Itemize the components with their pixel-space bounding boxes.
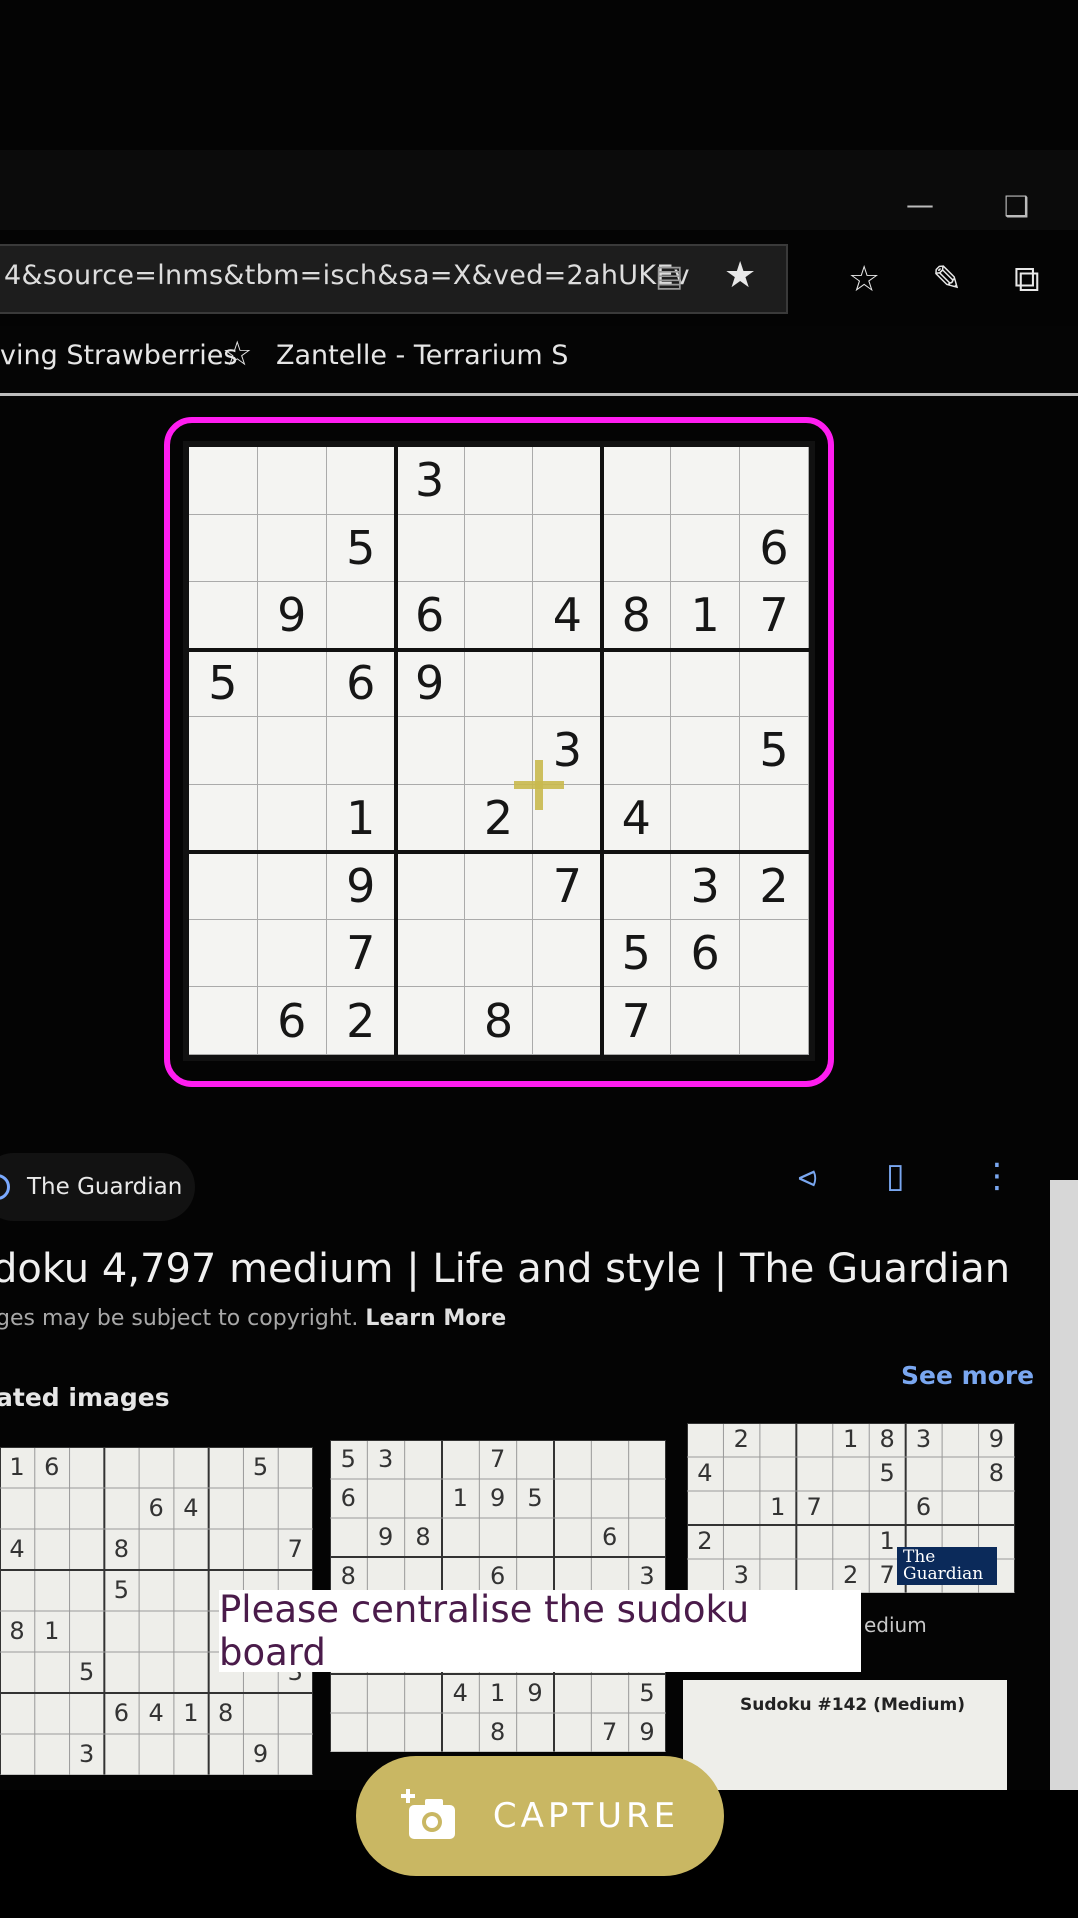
- thumb-digit: 9: [988, 1425, 1005, 1453]
- thumb-digit: 1: [879, 1527, 895, 1555]
- add-photo-icon: [400, 1789, 455, 1839]
- thumb-digit: 1: [490, 1678, 506, 1707]
- thumb-digit: 5: [879, 1459, 895, 1487]
- thumb-digit: 8: [218, 1698, 234, 1727]
- instruction-toast: Please centralise the sudoku board: [219, 1588, 861, 1674]
- thumb-digit: 7: [806, 1493, 822, 1521]
- learn-more-link: Learn More: [365, 1306, 507, 1331]
- thumb-digit: 3: [78, 1739, 95, 1768]
- thumb-digit: 3: [639, 1561, 655, 1590]
- bookmark-icon: ▯: [886, 1156, 905, 1196]
- thumb-digit: 8: [988, 1459, 1005, 1487]
- thumb-digit: 4: [148, 1698, 164, 1727]
- thumb-digit: 3: [733, 1561, 749, 1589]
- thumb-digit: 8: [340, 1561, 356, 1590]
- thumb-digit: 1: [770, 1493, 786, 1521]
- thumb-4-title: Sudoku #142 (Medium): [740, 1695, 965, 1715]
- pen-icon: ✎: [932, 259, 963, 300]
- thumb-digit: 3: [378, 1444, 394, 1473]
- thumb-digit: 4: [697, 1459, 713, 1487]
- thumb-digit: 5: [252, 1452, 269, 1481]
- share-icon: ⧉: [1014, 259, 1040, 300]
- thumb-3-caption: edium: [864, 1613, 927, 1637]
- thumb-digit: 5: [639, 1678, 655, 1707]
- thumb-digit: 9: [639, 1717, 655, 1746]
- thumb-digit: 6: [148, 1493, 164, 1522]
- thumb-digit: 6: [340, 1483, 356, 1512]
- thumb-digit: 3: [915, 1425, 932, 1453]
- page-edge: [1050, 1180, 1078, 1790]
- thumb-digit: 1: [9, 1452, 25, 1481]
- thumb-digit: 4: [9, 1534, 25, 1563]
- related-images-heading: ated images: [0, 1383, 170, 1412]
- thumb-digit: 2: [843, 1561, 859, 1589]
- favorites-icon: ☆: [848, 259, 881, 300]
- restore-icon: ❑: [1004, 190, 1030, 223]
- more-vert-icon: ⋮: [980, 1156, 1014, 1196]
- thumb-digit: 5: [78, 1657, 95, 1686]
- reading-view-icon: ▤: [655, 259, 684, 294]
- see-more-link: See more: [901, 1361, 1035, 1390]
- thumb-digit: 1: [44, 1616, 60, 1645]
- thumb-digit: 2: [733, 1425, 749, 1453]
- thumb-digit: 2: [697, 1527, 713, 1555]
- bookmarks-bar: ving Strawberries ☆ Zantelle - Terrarium…: [0, 326, 1078, 396]
- thumb-digit: 1: [183, 1698, 199, 1727]
- address-bar: 4&source=lnms&tbm=isch&sa=X&ved=2ahUKEv …: [0, 244, 788, 314]
- result-title: doku 4,797 medium | Life and style | The…: [0, 1246, 1011, 1292]
- crosshair-icon: [514, 760, 564, 810]
- thumb-digit: 5: [340, 1444, 356, 1473]
- capture-button[interactable]: CAPTURE: [356, 1756, 724, 1876]
- thumb-digit: 6: [44, 1452, 60, 1481]
- bookmark-1: ving Strawberries: [0, 340, 238, 371]
- thumb-digit: 8: [415, 1522, 431, 1551]
- thumb-digit: 6: [602, 1522, 618, 1551]
- minimize-icon: —: [906, 188, 934, 221]
- thumb-digit: 7: [879, 1561, 895, 1589]
- copyright-notice: ges may be subject to copyright. Learn M…: [0, 1306, 506, 1331]
- thumb-digit: 7: [602, 1717, 618, 1746]
- thumb-digit: 1: [452, 1483, 468, 1512]
- thumb-digit: 7: [490, 1444, 506, 1473]
- thumb-digit: 1: [843, 1425, 859, 1453]
- source-name: The Guardian: [27, 1174, 183, 1200]
- bookmark-2: Zantelle - Terrarium S: [276, 340, 569, 371]
- thumb-digit: 4: [452, 1678, 468, 1707]
- thumb-digit: 7: [287, 1534, 303, 1563]
- share-icon: ⪦: [798, 1156, 818, 1196]
- thumb-digit: 8: [9, 1616, 25, 1645]
- star-icon: ★: [724, 255, 757, 296]
- guardian-logo: The Guardian: [897, 1547, 997, 1585]
- thumb-digit: 9: [378, 1522, 394, 1551]
- capture-label: CAPTURE: [492, 1796, 680, 1836]
- camera-preview: — ❑ 4&source=lnms&tbm=isch&sa=X&ved=2ahU…: [0, 0, 1078, 1790]
- thumb-digit: 6: [915, 1493, 932, 1521]
- thumb-digit: 6: [113, 1698, 129, 1727]
- thumb-digit: 6: [490, 1561, 506, 1590]
- thumb-digit: 9: [490, 1483, 506, 1512]
- thumb-digit: 9: [252, 1739, 269, 1768]
- thumb-digit: 9: [527, 1678, 543, 1707]
- thumb-digit: 4: [183, 1493, 199, 1522]
- instruction-text: Please centralise the sudoku board: [219, 1588, 750, 1674]
- bookmark-star-icon: ☆: [222, 334, 253, 374]
- thumb-digit: 5: [113, 1575, 129, 1604]
- copyright-text: ges may be subject to copyright.: [0, 1306, 359, 1331]
- board-detection-outline: [164, 417, 834, 1087]
- address-text: 4&source=lnms&tbm=isch&sa=X&ved=2ahUKEv: [4, 260, 690, 291]
- thumb-digit: 8: [879, 1425, 895, 1453]
- thumb-digit: 8: [113, 1534, 129, 1563]
- thumb-digit: 5: [527, 1483, 543, 1512]
- thumb-digit: 8: [490, 1717, 506, 1746]
